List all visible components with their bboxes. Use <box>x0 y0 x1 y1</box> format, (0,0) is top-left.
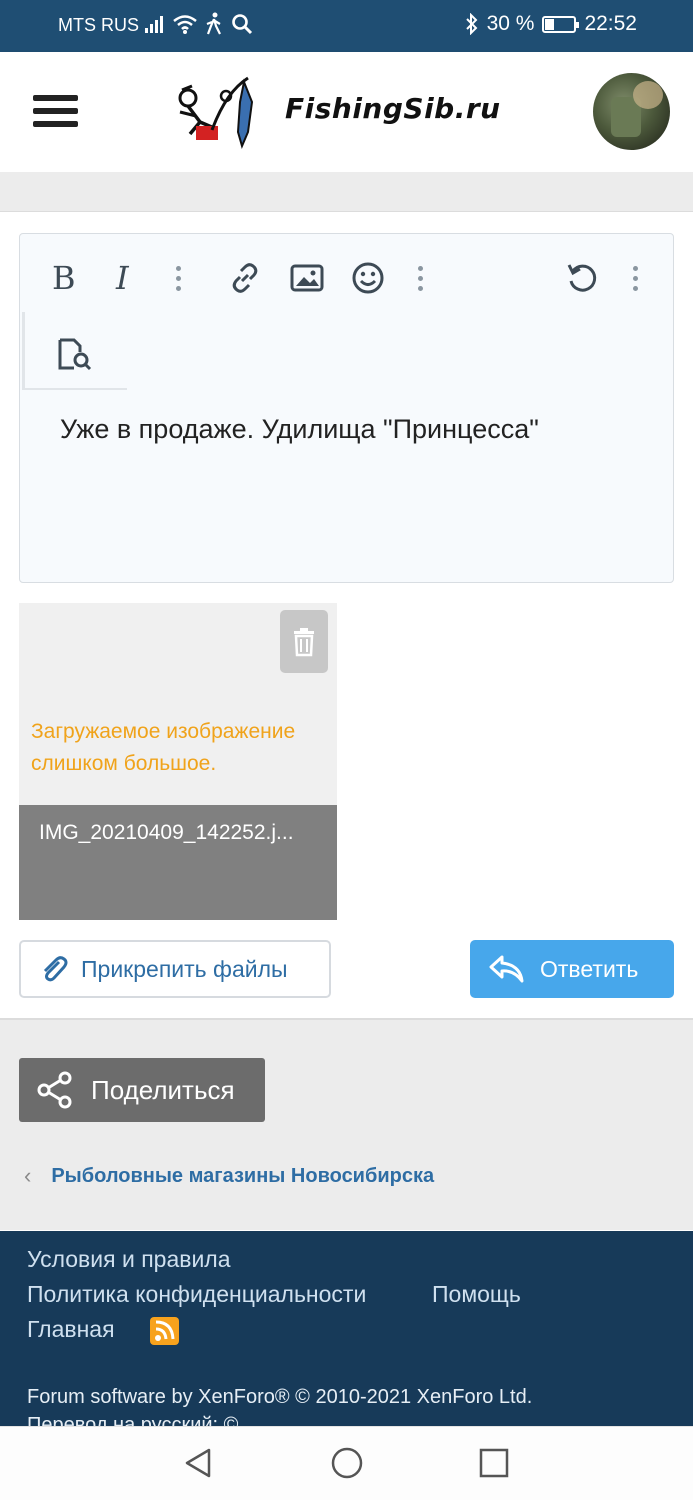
attachment-filename: IMG_20210409_142252.j... <box>19 805 337 920</box>
breadcrumb-link[interactable]: Рыболовные магазины Новосибирска <box>51 1165 434 1188</box>
wifi-icon <box>173 15 197 34</box>
chevron-left-icon: ‹ <box>24 1163 32 1188</box>
more-insert-options-icon[interactable] <box>418 266 424 296</box>
logo-text[interactable]: FishingSib.ru <box>285 92 501 125</box>
translation-credit: Перевод на русский: ©... <box>27 1414 256 1426</box>
share-button[interactable]: Поделиться <box>19 1058 265 1122</box>
back-icon[interactable] <box>183 1447 213 1479</box>
attach-files-button[interactable]: Прикрепить файлы <box>19 940 331 998</box>
smiley-icon[interactable] <box>351 261 385 295</box>
system-nav-bar <box>0 1426 693 1500</box>
site-header: FishingSib.ru <box>0 52 693 172</box>
share-icon <box>37 1071 72 1109</box>
preview-icon[interactable] <box>56 338 94 372</box>
status-icons <box>144 12 254 36</box>
breadcrumb[interactable]: ‹ Рыболовные магазины Новосибирска <box>24 1163 434 1189</box>
paperclip-icon <box>43 956 68 982</box>
status-bar: MTS RUS 30 % 22:52 <box>0 0 693 52</box>
share-label: Поделиться <box>91 1074 235 1105</box>
logo-icon[interactable] <box>166 72 256 152</box>
search-icon <box>232 14 253 35</box>
post-footer-area <box>0 1018 693 1230</box>
attachment-thumbnail: Загружаемое изображение слишком большое.… <box>19 603 337 920</box>
attach-files-label: Прикрепить файлы <box>81 955 288 982</box>
reply-label: Ответить <box>540 955 639 982</box>
message-editor[interactable]: B I Уже в продаже. Удилища "Принцесса" <box>19 233 674 583</box>
signal-icon <box>145 16 163 33</box>
battery-percent: 30 % <box>486 12 535 35</box>
rss-icon[interactable] <box>150 1317 179 1345</box>
home-icon[interactable] <box>330 1446 364 1480</box>
footer-privacy-link[interactable]: Политика конфиденциальности <box>27 1281 366 1308</box>
header-divider-band <box>0 172 693 212</box>
bold-button[interactable]: B <box>52 259 76 297</box>
image-icon[interactable] <box>290 264 324 292</box>
status-right: 30 % 22:52 <box>465 12 637 36</box>
copyright-text: Forum software by XenForo® © 2010-2021 X… <box>27 1386 533 1408</box>
recents-icon[interactable] <box>479 1448 509 1478</box>
carrier-name: MTS RUS <box>58 15 139 35</box>
link-icon[interactable] <box>228 261 262 295</box>
footer-terms-link[interactable]: Условия и правила <box>27 1246 231 1273</box>
more-text-options-icon[interactable] <box>176 266 182 296</box>
delete-attachment-button[interactable] <box>280 610 328 673</box>
undo-icon[interactable] <box>565 261 599 295</box>
editor-content[interactable]: Уже в продаже. Удилища "Принцесса" <box>60 414 539 445</box>
upload-error-message: Загружаемое изображение слишком большое. <box>31 720 296 775</box>
site-footer: Условия и правила Политика конфиденциаль… <box>0 1231 693 1426</box>
footer-help-link[interactable]: Помощь <box>432 1281 521 1308</box>
menu-icon[interactable] <box>33 95 78 129</box>
reply-button[interactable]: Ответить <box>470 940 674 998</box>
walking-icon <box>206 12 221 35</box>
trash-icon <box>294 628 314 657</box>
bluetooth-icon <box>465 13 477 35</box>
footer-home-link[interactable]: Главная <box>27 1316 115 1343</box>
battery-icon <box>542 15 580 33</box>
user-avatar[interactable] <box>593 73 670 150</box>
more-editor-options-icon[interactable] <box>633 266 639 296</box>
clock: 22:52 <box>584 12 637 35</box>
reply-icon <box>489 955 524 983</box>
italic-button[interactable]: I <box>116 259 129 297</box>
